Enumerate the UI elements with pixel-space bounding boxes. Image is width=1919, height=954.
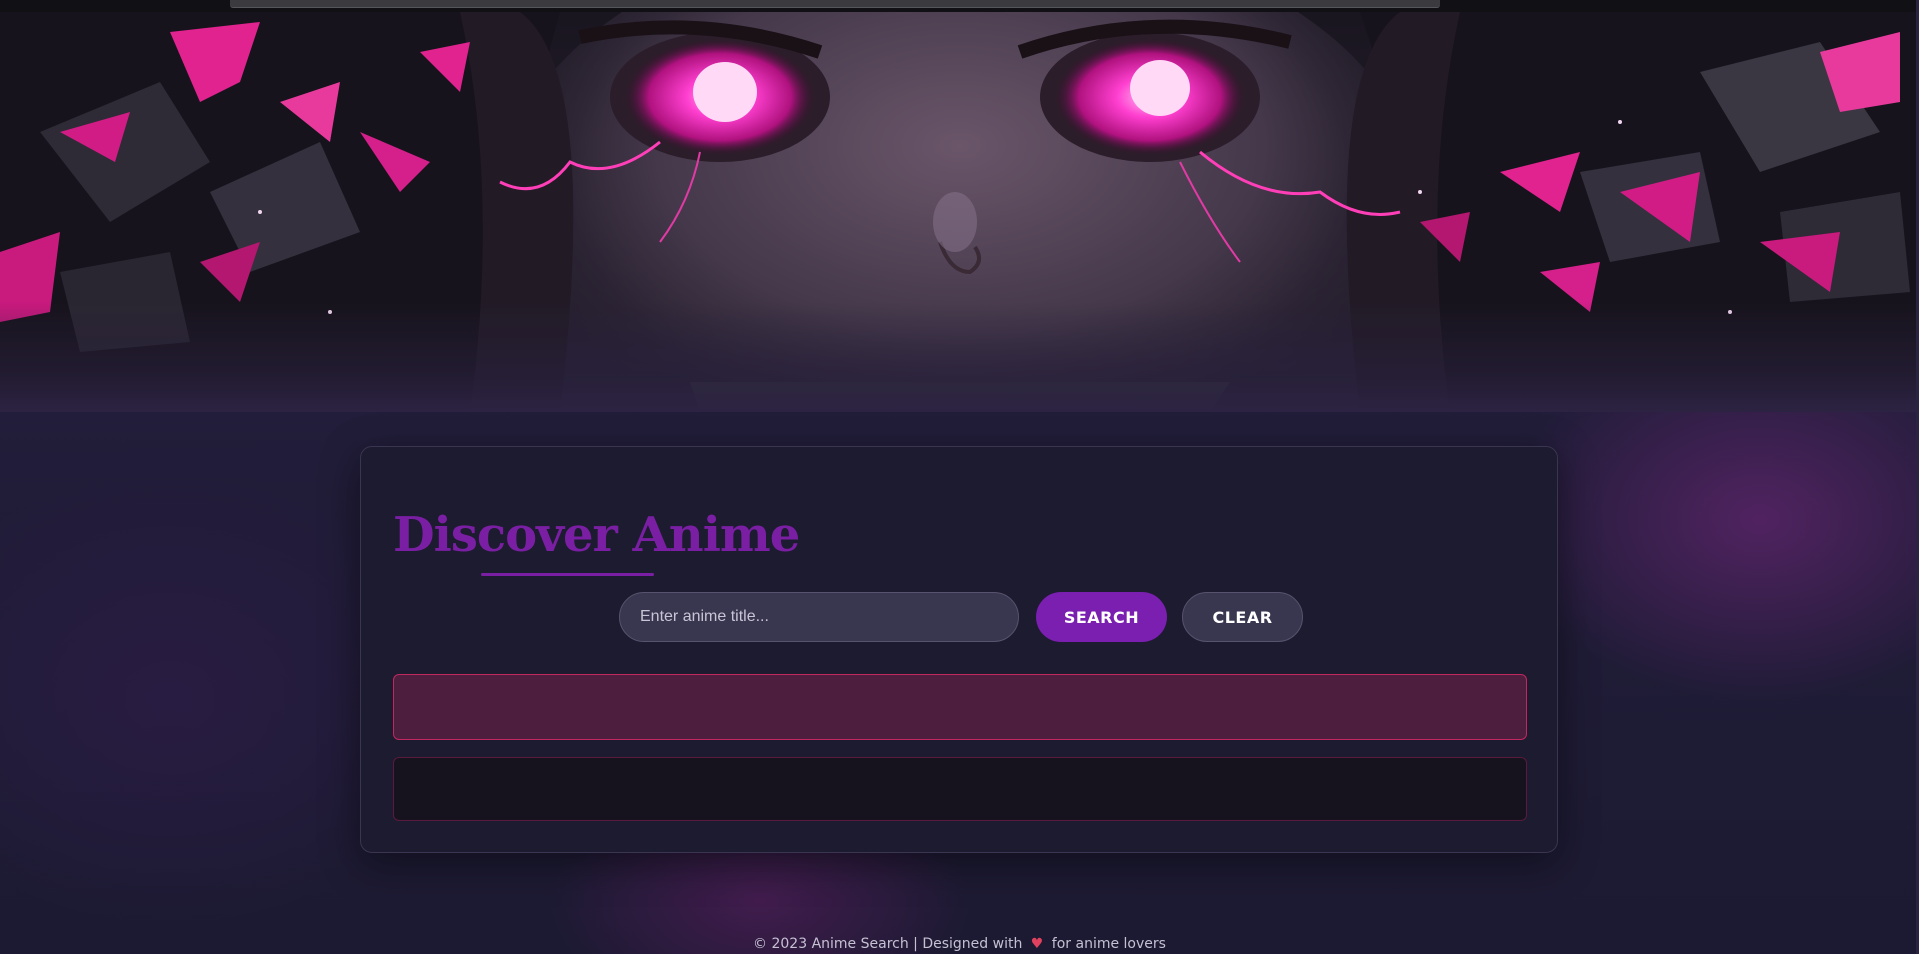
error-message-box xyxy=(393,674,1527,740)
heart-icon: ♥ xyxy=(1030,936,1044,952)
page: Discover Anime SEARCH CLEAR © 2023 Anime… xyxy=(0,0,1919,954)
address-bar[interactable] xyxy=(230,0,1440,8)
page-title: Discover Anime xyxy=(393,507,800,563)
hero-banner xyxy=(0,12,1919,412)
footer-text-before: © 2023 Anime Search | Designed with xyxy=(753,936,1023,952)
title-underline xyxy=(481,573,654,576)
search-form: SEARCH CLEAR xyxy=(361,591,1559,643)
hero-fade-overlay xyxy=(0,302,1919,412)
footer: © 2023 Anime Search | Designed with ♥ fo… xyxy=(0,934,1919,954)
search-button[interactable]: SEARCH xyxy=(1036,592,1167,642)
browser-top-strip xyxy=(0,0,1919,12)
results-container xyxy=(393,757,1527,821)
clear-button[interactable]: CLEAR xyxy=(1182,592,1303,642)
footer-text-after: for anime lovers xyxy=(1051,936,1166,952)
search-card: Discover Anime SEARCH CLEAR xyxy=(360,446,1558,853)
search-input[interactable] xyxy=(619,592,1019,642)
